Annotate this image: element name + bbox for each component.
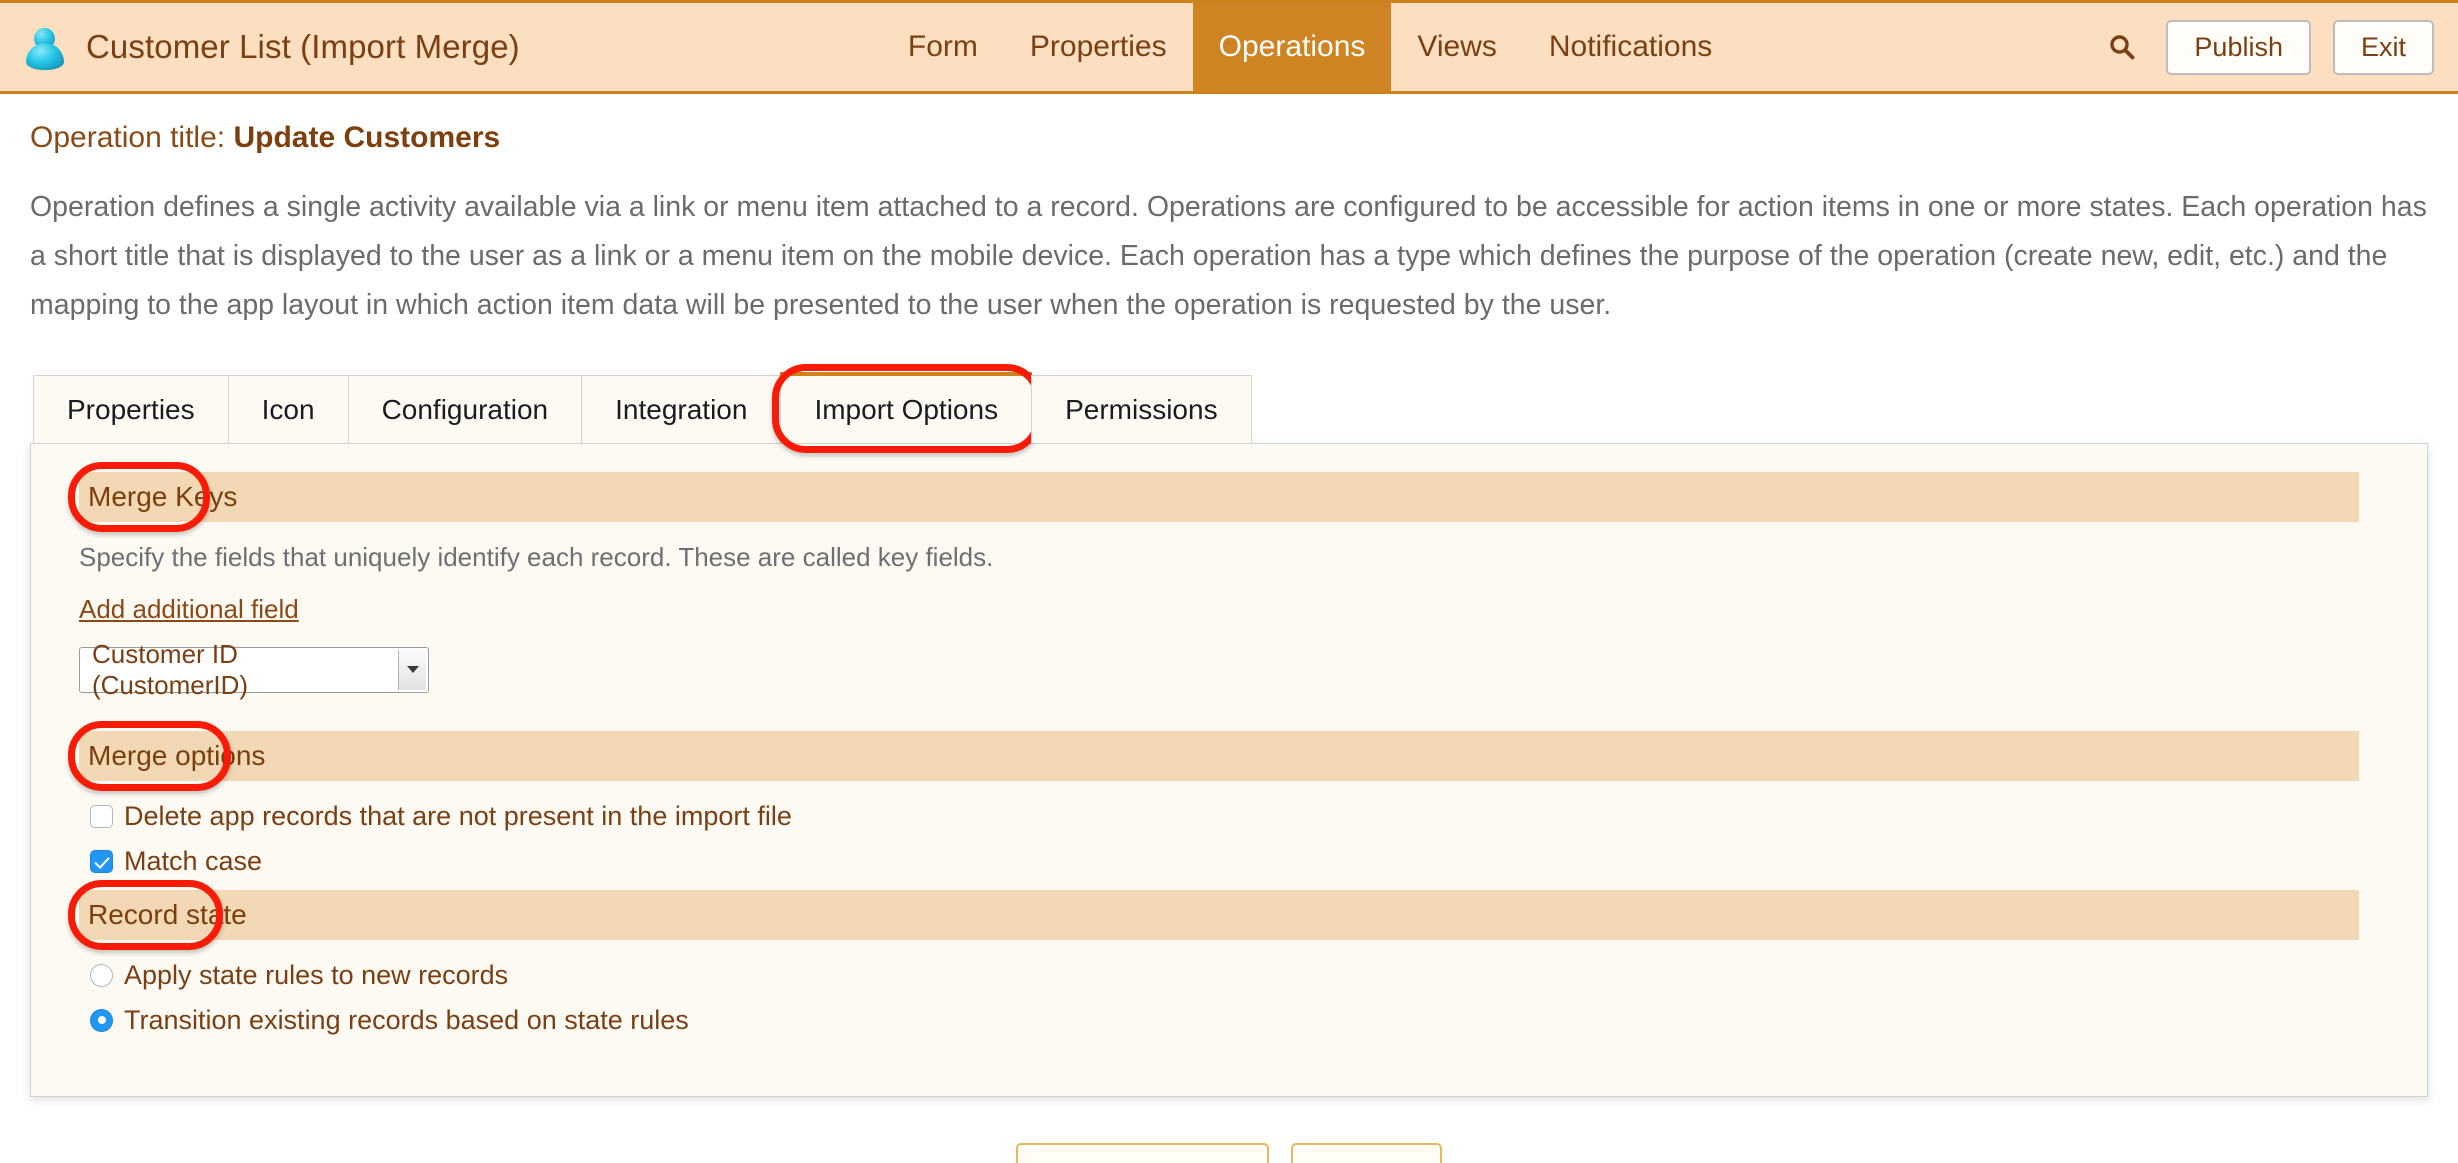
merge-keys-hint: Specify the fields that uniquely identif… <box>79 541 994 572</box>
cancel-button[interactable]: Cancel <box>1290 1142 1442 1163</box>
header-actions: Publish Exit <box>2100 3 2458 91</box>
app-title: Customer List (Import Merge) <box>86 28 520 65</box>
search-icon[interactable] <box>2100 25 2144 69</box>
apply-state-rules-radio[interactable] <box>90 963 113 987</box>
checkbox-row-match-case[interactable]: Match case <box>79 846 2393 877</box>
section-merge-options-header: Merge options <box>68 720 2359 791</box>
tab-properties[interactable]: Properties <box>33 375 228 443</box>
chevron-down-icon[interactable] <box>398 649 426 690</box>
delete-records-checkbox[interactable] <box>90 804 113 828</box>
key-field-select-row: Customer ID (CustomerID) <box>79 639 2393 700</box>
nav-tab-notifications[interactable]: Notifications <box>1523 3 1738 91</box>
brand: Customer List (Import Merge) <box>0 3 520 91</box>
exit-button[interactable]: Exit <box>2332 19 2434 75</box>
operation-title-prefix: Operation title: <box>30 121 226 154</box>
tab-import-options-label: Import Options <box>814 394 999 426</box>
publish-button[interactable]: Publish <box>2166 19 2311 75</box>
match-case-checkbox[interactable] <box>90 849 113 873</box>
page-body: Operation title: Update Customers Operat… <box>0 121 2458 1163</box>
nav-tab-form[interactable]: Form <box>882 3 1004 91</box>
operation-description: Operation defines a single activity avai… <box>30 191 2427 322</box>
radio-row-apply-state-rules[interactable]: Apply state rules to new records <box>79 960 2393 991</box>
app-header: Customer List (Import Merge) Form Proper… <box>0 0 2458 94</box>
save-operation-button[interactable]: Save operation <box>1016 1142 1269 1163</box>
tab-import-options[interactable]: Import Options <box>772 364 1042 453</box>
tab-configuration[interactable]: Configuration <box>347 375 582 443</box>
nav-tab-views[interactable]: Views <box>1391 3 1522 91</box>
primary-nav: Form Properties Operations Views Notific… <box>520 3 2101 91</box>
transition-records-label[interactable]: Transition existing records based on sta… <box>124 1005 689 1036</box>
add-additional-field-link[interactable]: Add additional field <box>79 594 299 625</box>
section-record-state-label: Record state <box>88 898 247 930</box>
import-tabstrip: Properties Icon Configuration Integratio… <box>30 364 2428 453</box>
tab-permissions[interactable]: Permissions <box>1031 375 1252 443</box>
transition-records-radio[interactable] <box>90 1008 113 1032</box>
key-field-select-value: Customer ID (CustomerID) <box>92 638 249 700</box>
operation-title-line: Operation title: Update Customers <box>30 121 2428 155</box>
section-merge-keys-header: Merge Keys <box>68 461 2359 532</box>
nav-tab-properties[interactable]: Properties <box>1004 3 1193 91</box>
apply-state-rules-label[interactable]: Apply state rules to new records <box>124 960 508 991</box>
footer-actions: Save operation Cancel <box>30 1142 2428 1163</box>
section-record-state-header: Record state <box>68 879 2359 950</box>
tab-icon[interactable]: Icon <box>227 375 348 443</box>
import-options-panel: Merge Keys Specify the fields that uniqu… <box>30 442 2428 1097</box>
key-field-select[interactable]: Customer ID (CustomerID) <box>79 639 429 700</box>
delete-records-label[interactable]: Delete app records that are not present … <box>124 801 792 832</box>
section-merge-keys-label: Merge Keys <box>88 480 238 512</box>
match-case-label[interactable]: Match case <box>124 846 262 877</box>
operation-title-value: Update Customers <box>233 121 501 154</box>
tab-integration[interactable]: Integration <box>581 375 781 443</box>
nav-tab-operations[interactable]: Operations <box>1192 3 1392 91</box>
checkbox-row-delete-records[interactable]: Delete app records that are not present … <box>79 801 2393 832</box>
radio-row-transition-records[interactable]: Transition existing records based on sta… <box>79 1005 2393 1036</box>
section-merge-options-label: Merge options <box>88 739 266 771</box>
person-avatar-icon <box>22 24 68 70</box>
